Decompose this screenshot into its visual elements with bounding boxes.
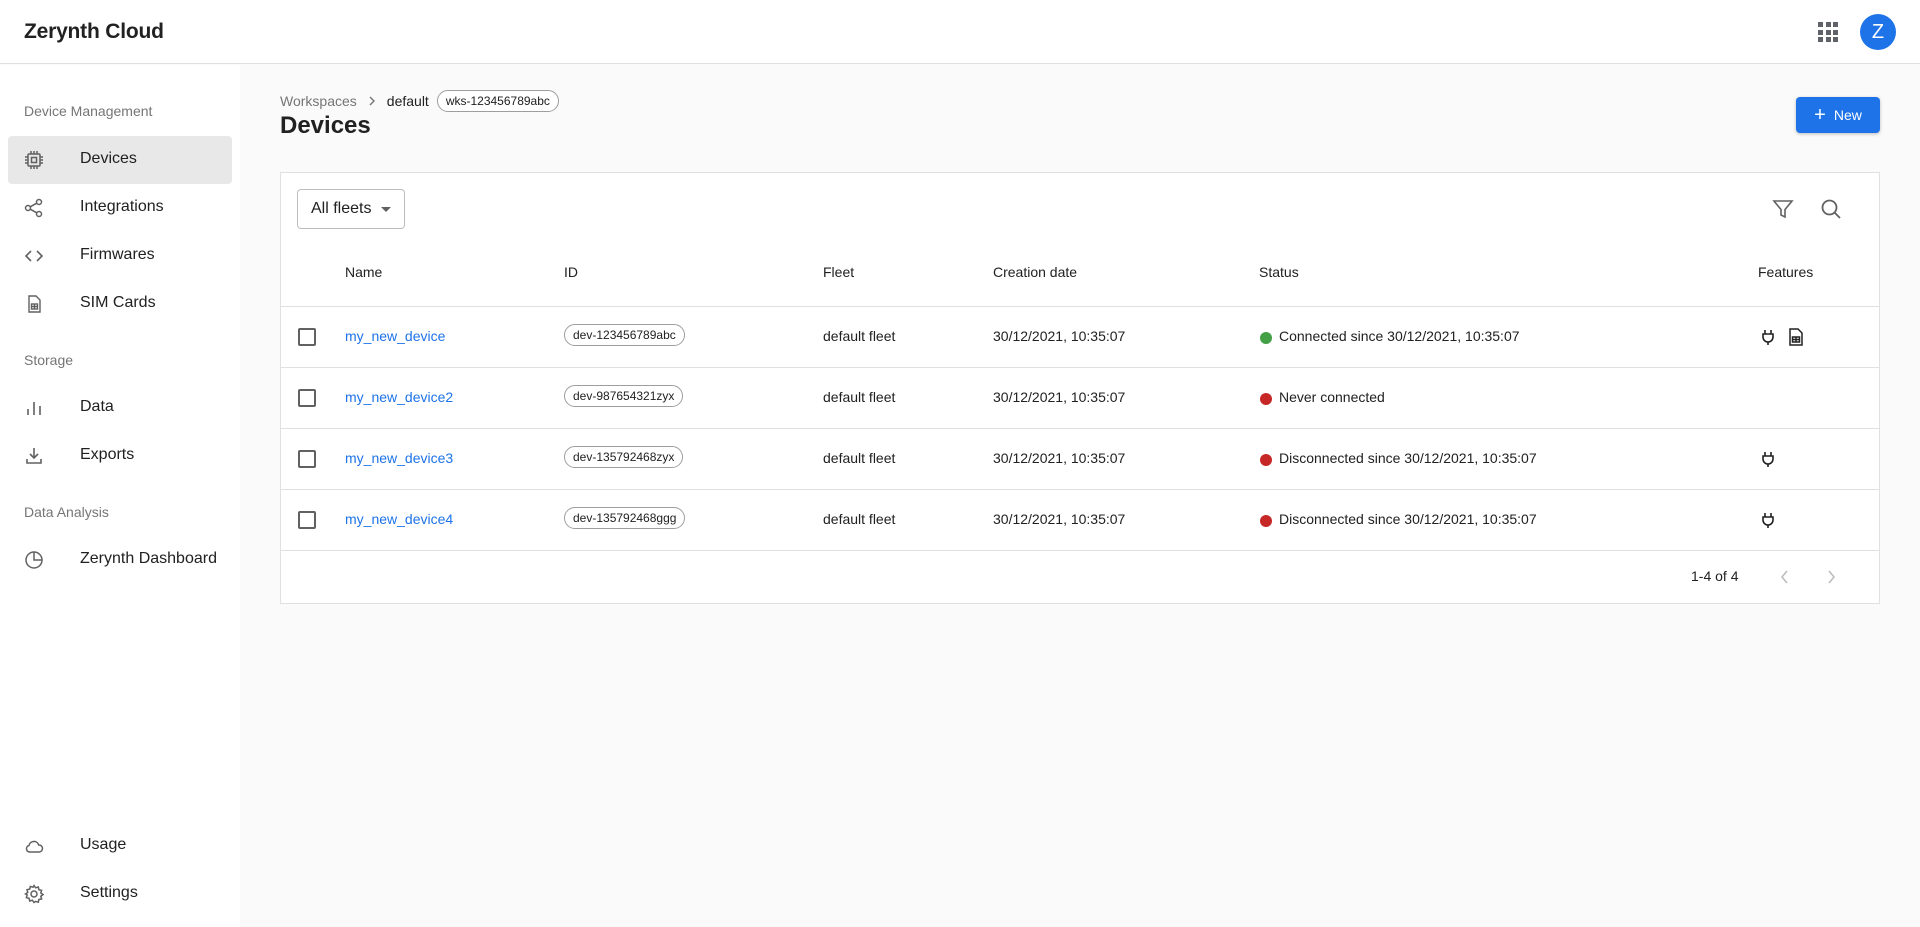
device-status: Disconnected since 30/12/2021, 10:35:07 [1279,511,1537,527]
sidebar-item-sim-cards[interactable]: SIM Cards [8,280,232,328]
sidebar-item-devices[interactable]: Devices [8,136,232,184]
table-row[interactable]: my_new_device4 dev-135792468ggg default … [281,489,1879,550]
device-id-chip: dev-135792468zyx [564,446,684,468]
workspace-id-chip: wks-123456789abc [436,90,559,112]
sidebar-item-settings[interactable]: Settings [8,870,232,918]
table-row[interactable]: my_new_device2 dev-987654321zyx default … [281,367,1879,428]
sidebar-section-data-analysis: Data Analysis [24,504,109,520]
sidebar-section-storage: Storage [24,352,74,368]
sidebar-item-firmwares[interactable]: Firmwares [8,232,232,280]
apps-grid-icon[interactable] [1818,22,1838,42]
sidebar-item-label: Settings [80,884,138,901]
column-header-name[interactable]: Name [345,264,382,280]
sidebar-item-label: Devices [80,150,137,167]
cloud-icon [24,836,44,856]
row-checkbox[interactable] [298,450,316,468]
new-button-label: New [1833,107,1862,123]
pagination-range: 1-4 of 4 [1691,568,1739,584]
breadcrumb-current: default [386,93,429,109]
breadcrumb-workspaces-link[interactable]: Workspaces [280,93,357,109]
chevron-right-icon [367,96,377,106]
bar-chart-icon [24,398,44,418]
device-name-link[interactable]: my_new_device4 [345,511,453,527]
device-creation-date: 30/12/2021, 10:35:07 [993,328,1126,344]
row-checkbox[interactable] [298,389,316,407]
device-creation-date: 30/12/2021, 10:35:07 [993,450,1126,466]
sidebar: Device Management Devices Integrations F… [0,65,240,927]
column-header-status[interactable]: Status [1259,264,1299,280]
device-status: Connected since 30/12/2021, 10:35:07 [1279,328,1520,344]
row-checkbox[interactable] [298,511,316,529]
device-id-chip: dev-123456789abc [564,324,685,346]
sidebar-item-label: Usage [80,836,127,853]
fleet-select[interactable]: All fleets [297,189,405,229]
code-icon [24,246,44,266]
devices-card: All fleets Name ID Fleet Creation date S… [280,172,1880,604]
device-fleet: default fleet [823,389,896,405]
status-dot-connected [1260,332,1272,344]
device-id-chip: dev-987654321zyx [564,385,684,407]
breadcrumb: Workspaces default wks-123456789abc [280,90,559,112]
device-creation-date: 30/12/2021, 10:35:07 [993,389,1126,405]
device-name-link[interactable]: my_new_device [345,328,445,344]
previous-page-button[interactable] [1771,563,1799,591]
device-id-chip: dev-135792468ggg [564,507,686,529]
sidebar-item-label: SIM Cards [80,294,156,311]
device-status: Disconnected since 30/12/2021, 10:35:07 [1279,450,1537,466]
sidebar-item-integrations[interactable]: Integrations [8,184,232,232]
table-row[interactable]: my_new_device dev-123456789abc default f… [281,306,1879,367]
top-app-bar: Zerynth Cloud Z [0,0,1920,64]
column-header-fleet[interactable]: Fleet [823,264,854,280]
sidebar-item-label: Zerynth Dashboard [80,550,217,567]
device-name-link[interactable]: my_new_device3 [345,450,453,466]
share-icon [24,198,44,218]
sidebar-item-exports[interactable]: Exports [8,432,232,480]
plug-icon [1758,449,1778,469]
device-fleet: default fleet [823,511,896,527]
sim-card-icon [1786,327,1806,347]
app-title: Zerynth Cloud [24,20,164,43]
sim-card-icon [24,294,44,314]
status-dot-never-connected [1260,393,1272,405]
filter-icon[interactable] [1769,195,1797,223]
device-fleet: default fleet [823,328,896,344]
plus-icon: + [1814,104,1826,126]
plug-icon [1758,510,1778,530]
device-fleet: default fleet [823,450,896,466]
sidebar-item-label: Firmwares [80,246,155,263]
sidebar-item-zerynth-dashboard[interactable]: Zerynth Dashboard [8,536,232,584]
table-footer-divider [281,550,1879,551]
device-status: Never connected [1279,389,1385,405]
table-row[interactable]: my_new_device3 dev-135792468zyx default … [281,428,1879,489]
column-header-id[interactable]: ID [564,264,578,280]
pie-chart-icon [24,550,44,570]
gear-icon [24,884,44,904]
status-dot-disconnected [1260,454,1272,466]
sidebar-item-label: Data [80,398,114,415]
sidebar-item-data[interactable]: Data [8,384,232,432]
sidebar-item-usage[interactable]: Usage [8,822,232,870]
device-name-link[interactable]: my_new_device2 [345,389,453,405]
avatar[interactable]: Z [1860,14,1896,50]
fleet-select-value: All fleets [311,200,372,217]
status-dot-disconnected [1260,515,1272,527]
row-checkbox[interactable] [298,328,316,346]
search-icon[interactable] [1817,195,1845,223]
next-page-button[interactable] [1817,563,1845,591]
column-header-features: Features [1758,264,1814,280]
download-icon [24,446,44,466]
plug-icon [1758,327,1778,347]
new-device-button[interactable]: + New [1796,97,1880,133]
sidebar-section-device-management: Device Management [24,103,153,119]
dropdown-arrow-icon [381,207,391,212]
column-header-creation-date[interactable]: Creation date [993,264,1077,280]
chip-icon [24,150,44,170]
device-creation-date: 30/12/2021, 10:35:07 [993,511,1126,527]
sidebar-item-label: Integrations [80,198,164,215]
sidebar-item-label: Exports [80,446,135,463]
page-title: Devices [280,112,371,139]
